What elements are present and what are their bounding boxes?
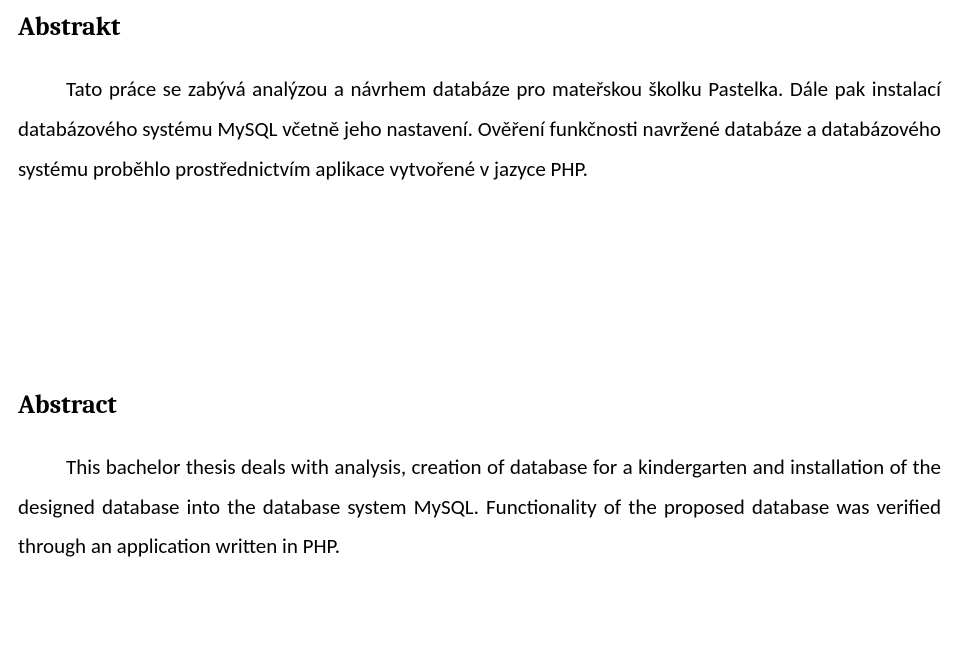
abstract-paragraph: This bachelor thesis deals with analysis… [18, 448, 941, 568]
abstrakt-paragraph: Tato práce se zabývá analýzou a návrhem … [18, 70, 941, 190]
abstrakt-heading: Abstrakt [18, 12, 941, 42]
section-spacer [18, 190, 941, 390]
document-page: Abstrakt Tato práce se zabývá analýzou a… [0, 0, 959, 659]
abstract-heading: Abstract [18, 390, 941, 420]
